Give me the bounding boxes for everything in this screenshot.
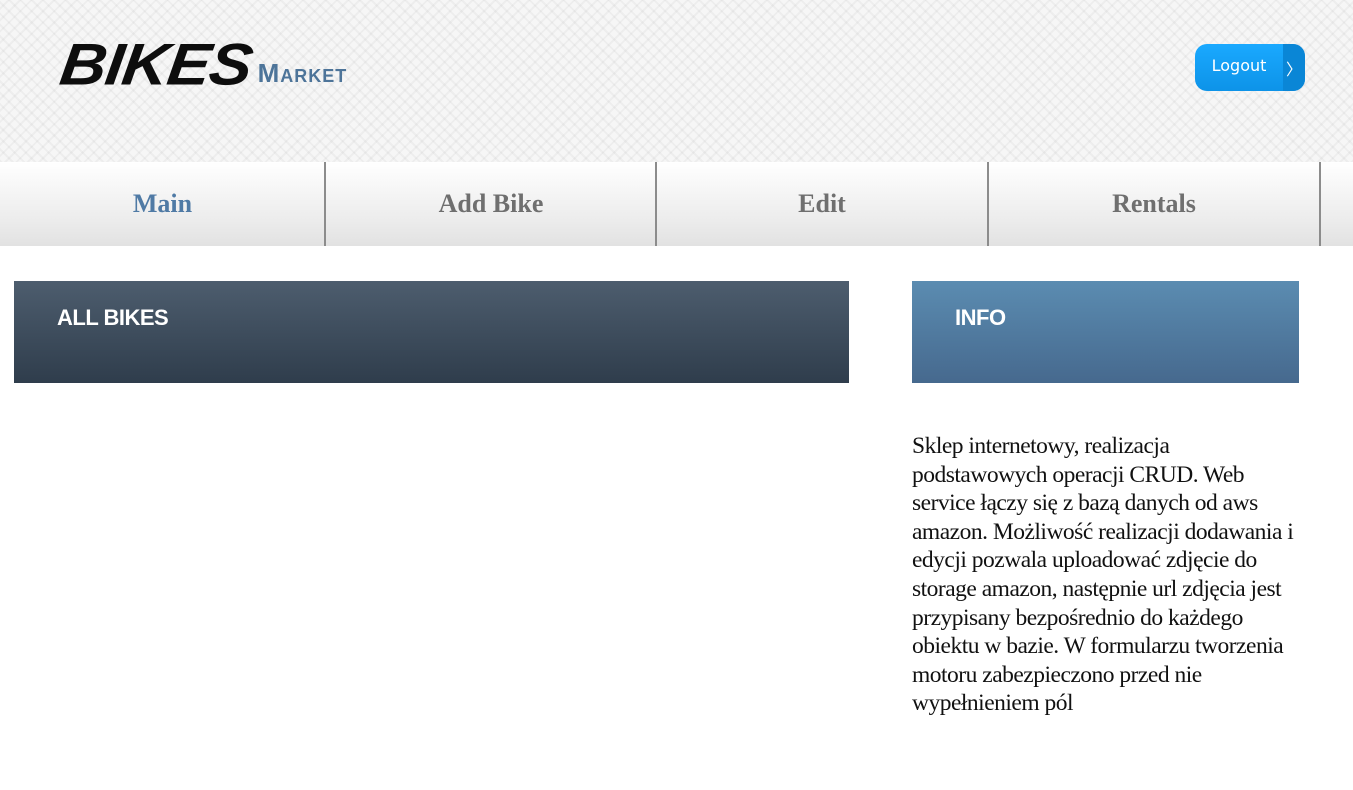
main-nav: Main Add Bike Edit Rentals bbox=[0, 162, 1353, 246]
info-panel-header: INFO bbox=[912, 281, 1299, 383]
info-description: Sklep internetowy, realizacja podstawowy… bbox=[912, 433, 1294, 717]
all-bikes-title: ALL BIKES bbox=[57, 305, 169, 330]
nav-item-main[interactable]: Main bbox=[0, 162, 325, 246]
nav-item-rentals[interactable]: Rentals bbox=[989, 162, 1319, 246]
info-title: INFO bbox=[955, 305, 1006, 330]
header: BIKES Market Logout 〉 bbox=[0, 0, 1353, 162]
all-bikes-panel-header: ALL BIKES bbox=[14, 281, 849, 383]
logout-button[interactable]: Logout 〉 bbox=[1195, 44, 1305, 91]
logout-label: Logout bbox=[1211, 56, 1267, 75]
nav-item-add-bike[interactable]: Add Bike bbox=[326, 162, 656, 246]
nav-item-edit[interactable]: Edit bbox=[657, 162, 987, 246]
nav-divider bbox=[1319, 162, 1321, 246]
bikes-market-logo[interactable]: BIKES Market bbox=[56, 30, 348, 98]
logo-bikes-text: BIKES bbox=[56, 31, 257, 98]
chevron-right-icon: 〉 bbox=[1283, 44, 1305, 91]
logo-market-text: Market bbox=[257, 58, 348, 88]
